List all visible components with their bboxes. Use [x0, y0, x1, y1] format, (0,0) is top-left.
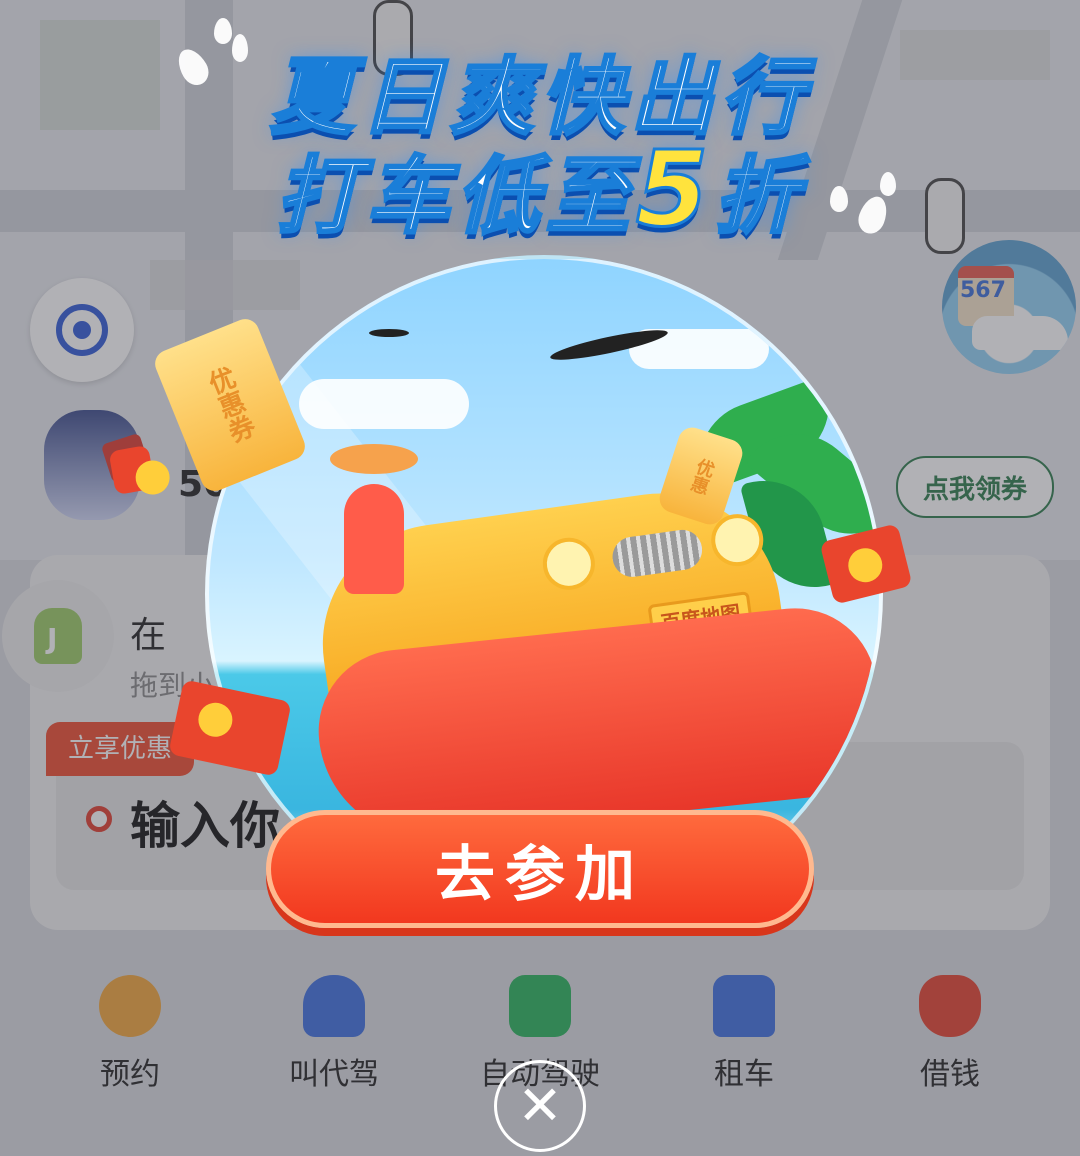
close-icon: ✕: [517, 1074, 563, 1137]
water-drop-icon: [232, 34, 248, 62]
red-envelope-icon: [108, 444, 156, 496]
headline-discount-number: 5: [634, 127, 715, 252]
headline-prefix: 打车低至: [274, 146, 636, 247]
girl-illustration: [330, 444, 418, 594]
headline-suffix: 折: [713, 146, 805, 247]
close-button[interactable]: ✕: [494, 1060, 586, 1152]
join-button[interactable]: 去参加: [266, 810, 814, 928]
water-drop-icon: [880, 172, 896, 196]
headlight: [539, 534, 599, 594]
seagull-icon: [369, 329, 409, 337]
water-drop-icon: [214, 18, 232, 44]
popup-subheadline: 打车低至5折: [0, 127, 1080, 252]
car-grill: [609, 527, 705, 580]
water-drop-icon: [830, 186, 848, 212]
cloud-icon: [299, 379, 469, 429]
